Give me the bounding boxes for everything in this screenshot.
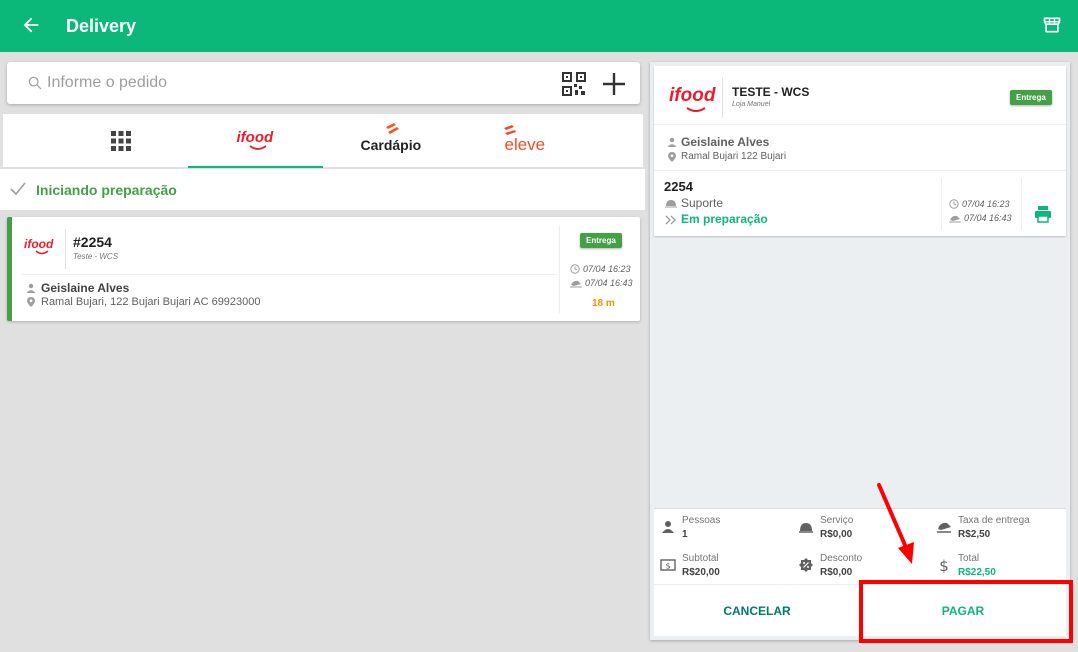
person-icon [26,283,36,293]
delivery-time: 07/04 16:43 [949,213,1012,223]
person-icon [667,137,677,147]
svg-text:$: $ [939,557,949,573]
add-order-icon[interactable] [601,71,627,97]
back-arrow-icon[interactable] [20,14,42,36]
store-subtitle: Loja Manuel [732,101,771,108]
order-number: 2254 [664,179,693,194]
cash-icon: $ [660,559,676,571]
ifood-smile-icon [686,107,706,112]
order-store: Teste - WCS [73,252,119,261]
order-search-bar [7,62,640,104]
divider [654,170,1066,171]
divider [722,78,723,118]
ifood-logo: ifood [20,235,64,257]
delivery-type-badge: Entrega [580,233,622,248]
divider [559,225,560,313]
tab-eleve[interactable]: eleve [458,114,593,168]
delivery-time: 07/04 16:43 [570,278,633,288]
channel-tabs: ifood Cardápio eleve [3,114,643,168]
dollar-icon: $ [939,557,949,573]
grid-icon [110,131,131,151]
customer-address: Ramal Bujari, 122 Bujari Bujari AC 69923… [41,296,261,308]
ifood-logo: ifood [231,127,281,153]
order-status: Em preparação [681,212,768,226]
app-bar: Delivery [0,0,1078,52]
created-time: 07/04 16:23 [570,264,631,274]
clock-icon [949,199,959,209]
divider [22,274,557,275]
store-icon[interactable] [1042,15,1062,35]
totals-total: $ Total R$22,50 [932,549,1062,583]
double-chevron-icon [665,215,676,225]
svg-text:$: $ [665,562,670,571]
tab-ifood[interactable]: ifood [188,114,323,168]
order-actions: CANCELAR PAGAR [654,584,1066,636]
motorbike-icon [937,522,951,533]
divider [941,178,942,230]
pay-button[interactable]: PAGAR [860,585,1066,637]
status-group-header[interactable]: Iniciando preparação [0,169,645,210]
order-channel: Suporte [681,196,724,210]
order-search-input[interactable] [47,70,527,96]
ifood-smile-icon [35,250,49,255]
status-group-label: Iniciando preparação [36,182,177,198]
order-totals: Pessoas 1 Serviço R$0,00 Taxa de entrega… [654,508,1066,584]
customer-name: Geislaine Alves [41,281,130,295]
discount-badge-icon [799,558,813,572]
tab-all-channels[interactable] [53,114,188,168]
service-bell-icon [665,200,677,208]
totals-taxa-entrega: Taxa de entrega R$2,50 [932,511,1062,545]
totals-desconto: Desconto R$0,00 [794,549,924,583]
search-icon [28,76,42,90]
check-icon [10,182,26,196]
tab-cardapio[interactable]: Cardápio [323,114,458,168]
service-bell-icon [799,523,813,533]
motorbike-icon [949,215,961,222]
ifood-logo: ifood [666,84,722,114]
elapsed-time: 18 m [592,298,615,309]
totals-pessoas: Pessoas 1 [656,511,786,545]
cancel-button[interactable]: CANCELAR [654,585,860,637]
divider [65,229,66,269]
created-time: 07/04 16:23 [949,199,1010,209]
totals-subtotal: $ Subtotal R$20,00 [656,549,786,583]
motorbike-icon [570,280,582,287]
ifood-smile-icon [248,145,267,150]
location-pin-icon [27,297,35,307]
eleve-logo: eleve [501,125,551,157]
order-card[interactable]: ifood #2254 Teste - WCS Geislaine Alves … [7,217,640,321]
order-detail-panel: ifood TESTE - WCS Loja Manuel Entrega Ge… [650,62,1070,640]
customer-name: Geislaine Alves [681,135,770,149]
delivery-type-badge: Entrega [1010,90,1052,105]
print-icon[interactable] [1034,205,1052,223]
location-pin-icon [668,152,676,162]
person-icon [662,521,674,533]
qr-code-scan-icon[interactable] [561,71,587,97]
divider [1021,178,1022,230]
order-number: #2254 [73,234,112,250]
divider [654,124,1066,125]
store-name: TESTE - WCS [732,85,810,99]
page-title: Delivery [66,16,137,36]
order-detail-card: ifood TESTE - WCS Loja Manuel Entrega Ge… [654,66,1066,236]
cardapio-logo: Cardápio [361,123,421,159]
clock-icon [570,264,580,274]
totals-servico: Serviço R$0,00 [794,511,924,545]
customer-address: Ramal Bujari 122 Bujari [681,151,787,162]
cardapio-flame-icon [385,123,399,134]
